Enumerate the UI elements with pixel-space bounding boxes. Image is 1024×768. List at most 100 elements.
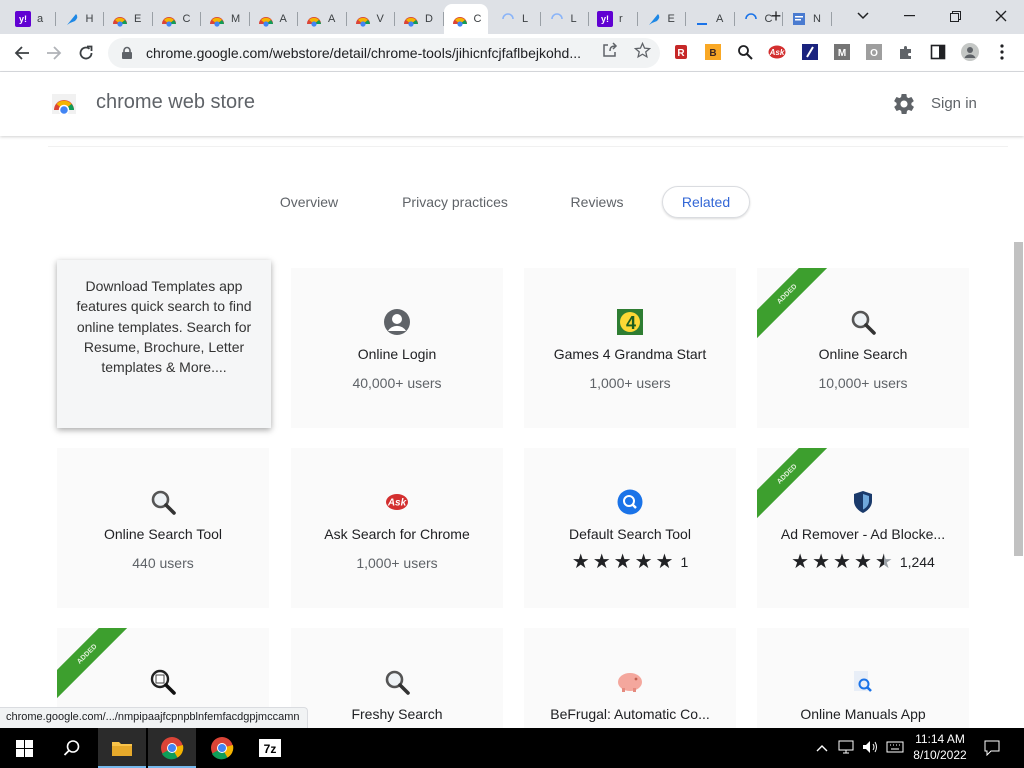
manual-search-icon [849, 668, 877, 696]
browser-tab[interactable]: H [56, 4, 104, 34]
browser-tab[interactable]: C✕ [443, 4, 488, 34]
browser-tab[interactable]: M [201, 4, 250, 34]
search-button[interactable] [48, 728, 96, 768]
tab-related[interactable]: Related [662, 186, 750, 218]
arrow-left-icon [14, 46, 29, 60]
tab-title: A [279, 13, 287, 25]
tab-search-button[interactable] [840, 2, 886, 30]
star-icon: ★ [874, 551, 893, 573]
webstore-icon [209, 11, 225, 27]
user-count: 440 users [132, 555, 194, 571]
piggy-bank-icon [616, 668, 644, 696]
magnifier-extension-icon[interactable] [736, 43, 754, 61]
file-explorer-icon [112, 742, 132, 756]
webstore-icon [306, 11, 322, 27]
extension-description-tooltip: Download Templates app features quick se… [57, 260, 271, 428]
browser-tab[interactable]: C [153, 4, 201, 34]
user-count: 40,000+ users [352, 375, 442, 391]
tab-privacy-practices[interactable]: Privacy practices [382, 186, 528, 218]
added-ribbon: ADDED [757, 448, 837, 524]
card-title: Freshy Search [351, 706, 443, 722]
windows-taskbar: 7z 11:14 AM 8/10/2022 [0, 728, 1024, 768]
sign-in-link[interactable]: Sign in [931, 95, 977, 112]
chrome-icon [161, 737, 184, 760]
m-extension-icon[interactable]: M [833, 43, 851, 61]
tab-reviews[interactable]: Reviews [556, 186, 638, 218]
svg-text:7z: 7z [264, 742, 277, 756]
scrollbar-thumb[interactable] [1014, 242, 1023, 556]
bookmark-star-button[interactable] [633, 41, 651, 59]
keyboard-tray-button[interactable] [886, 740, 904, 757]
taskbar-chrome[interactable] [148, 728, 196, 768]
related-extension-card[interactable]: Default Search Tool ★ ★ ★ ★ ★ 1 [524, 448, 736, 608]
star-icon: ★ [613, 551, 632, 573]
action-center-button[interactable] [984, 740, 1000, 759]
card-title: Default Search Tool [569, 526, 691, 542]
o-extension-icon[interactable]: O [865, 43, 883, 61]
back-button[interactable] [9, 40, 35, 66]
address-bar[interactable]: chrome.google.com/webstore/detail/chrome… [108, 38, 660, 68]
tab-title: a [37, 13, 44, 25]
network-tray-button[interactable] [838, 740, 854, 757]
yellow-extension-icon[interactable]: B [704, 43, 722, 61]
browser-tab[interactable]: A [686, 4, 735, 34]
new-tab-button[interactable]: + [754, 2, 798, 30]
close-window-button[interactable] [978, 2, 1024, 30]
kebab-menu-icon[interactable] [993, 43, 1011, 61]
taskbar-file-explorer[interactable] [98, 728, 146, 768]
related-extension-card[interactable]: ADDED Ad Remover - Ad Blocke... ★ ★ ★ ★ ★ 1,244 [757, 448, 969, 608]
browser-tab[interactable]: E [104, 4, 153, 34]
svg-text:O: O [870, 48, 878, 59]
forward-button[interactable] [41, 40, 67, 66]
minimize-button[interactable] [886, 2, 932, 30]
added-ribbon: ADDED [57, 628, 137, 704]
browser-tab[interactable]: y! a [7, 4, 56, 34]
system-clock[interactable]: 11:14 AM 8/10/2022 [910, 731, 970, 763]
profile-icon[interactable] [961, 43, 979, 61]
browser-tab[interactable]: A [298, 4, 347, 34]
tab-title: C [473, 13, 482, 25]
browser-tab[interactable]: L [541, 4, 589, 34]
share-button[interactable] [601, 41, 619, 59]
webstore-logo-icon[interactable] [51, 90, 77, 116]
reload-button[interactable] [73, 40, 99, 66]
related-extension-card[interactable]: Ask Ask Search for Chrome 1,000+ users [291, 448, 503, 608]
browser-tab[interactable]: A [250, 4, 298, 34]
underline-icon [694, 11, 710, 27]
related-extension-card[interactable]: ADDED Online Search 10,000+ users [757, 268, 969, 428]
windows-logo-icon [15, 739, 33, 757]
browser-tab[interactable]: L [492, 4, 541, 34]
tab-overview[interactable]: Overview [260, 186, 358, 218]
gear-icon[interactable] [892, 92, 916, 116]
related-extension-card[interactable]: Online Login 40,000+ users [291, 268, 503, 428]
network-icon [838, 740, 854, 754]
side-panel-icon[interactable] [929, 43, 947, 61]
show-hidden-icons-button[interactable] [816, 740, 828, 755]
tab-title: D [425, 13, 433, 25]
browser-tab[interactable]: E [638, 4, 686, 34]
browser-tab[interactable]: D [395, 4, 444, 34]
user-count: 10,000+ users [818, 375, 908, 391]
taskbar-7zip[interactable]: 7z [246, 728, 294, 768]
minimize-icon [903, 15, 915, 17]
puzzle-icon[interactable] [897, 43, 915, 61]
volume-tray-button[interactable] [862, 740, 880, 757]
red-extension-icon[interactable]: R [672, 43, 690, 61]
restore-button[interactable] [932, 2, 978, 30]
related-extension-card[interactable]: Online Search Tool 440 users [57, 448, 269, 608]
start-button[interactable] [0, 728, 48, 768]
card-title: Ad Remover - Ad Blocke... [780, 526, 946, 542]
star-icon: ★ [592, 551, 611, 573]
star-rating: ★ ★ ★ ★ ★ 1 [524, 552, 736, 572]
tab-title: H [85, 13, 94, 25]
divider [48, 146, 1008, 147]
blue-extension-icon[interactable] [801, 43, 819, 61]
ask-extension-icon[interactable]: Ask [768, 43, 786, 61]
search-icon [383, 668, 411, 696]
store-title[interactable]: chrome web store [96, 91, 255, 114]
browser-tab[interactable]: y! r [589, 4, 638, 34]
related-extension-card[interactable]: 4 Games 4 Grandma Start 1,000+ users [524, 268, 736, 428]
star-icon: ★ [853, 551, 872, 573]
taskbar-chrome-alt[interactable] [198, 728, 246, 768]
browser-tab[interactable]: V [347, 4, 395, 34]
